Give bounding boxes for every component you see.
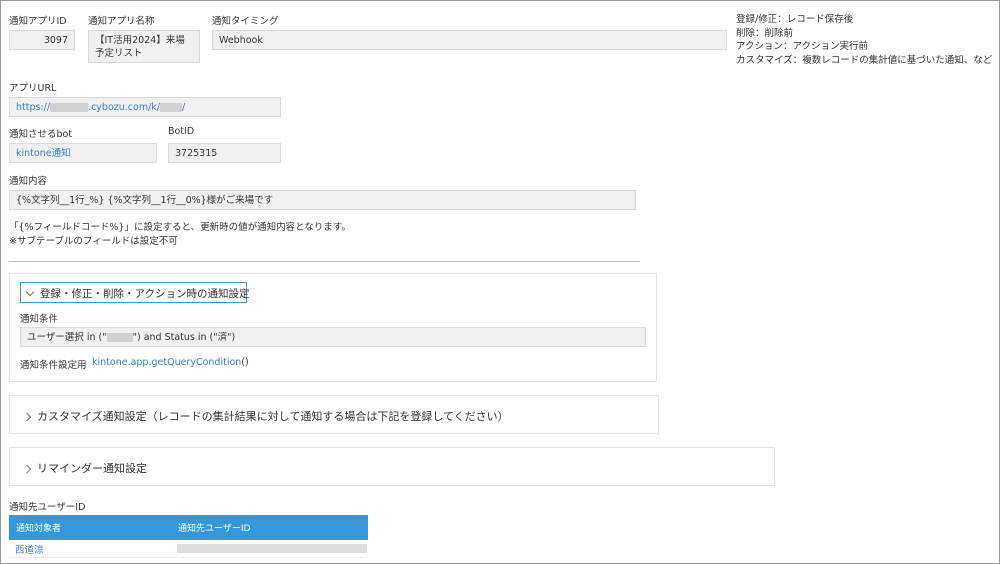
app-id-label: 通知アプリID xyxy=(9,16,67,27)
timing-notes: 登録/修正：レコード保存後 削除：削除前 アクション：アクション実行前 カスタマ… xyxy=(736,13,992,67)
timing-note: カスタマイズ：複数レコードの集計値に基づいた通知、など xyxy=(736,54,993,66)
registration-title: 登録・修正・削除・アクション時の通知設定 xyxy=(40,288,250,300)
column-header: 通知先ユーザーID xyxy=(171,515,368,540)
query-condition-parens: () xyxy=(241,357,249,368)
chevron-right-icon xyxy=(22,464,32,474)
query-condition: kintone.app.getQueryCondition() xyxy=(92,357,249,368)
content-label: 通知内容 xyxy=(9,176,48,187)
bot-link[interactable]: kintone通知 xyxy=(16,148,71,159)
chevron-down-icon xyxy=(25,287,35,297)
app-name-field[interactable]: 【IT活用2024】来場予定リスト xyxy=(88,30,200,63)
redacted-subdomain xyxy=(50,103,89,112)
app-url-field[interactable]: https:// .cybozu.com/k/ / xyxy=(9,97,281,117)
timing-field[interactable]: Webhook xyxy=(212,30,727,50)
content-help: 「{%フィールドコード%}」に設定すると、更新時の値が通知内容となります。 xyxy=(9,222,351,233)
content-field[interactable]: {%文字列__1行_%} {%文字列__1行__0%}様がご来場です xyxy=(9,190,636,210)
timing-note: 登録/修正：レコード保存後 xyxy=(736,14,854,25)
app-name-label: 通知アプリ名称 xyxy=(88,16,155,27)
condition-setting-label: 通知条件設定用 xyxy=(20,360,87,371)
condition-field[interactable]: ユーザー選択 in (" ") and Status in ("済") xyxy=(20,327,646,347)
user-name-link[interactable]: 西道涼 xyxy=(15,545,44,556)
reminder-toggle[interactable]: リマインダー通知設定 xyxy=(22,460,147,476)
customize-toggle[interactable]: カスタマイズ通知設定（レコードの集計結果に対して通知する場合は下記を登録してくだ… xyxy=(22,408,509,424)
table-header-row: 通知対象者 通知先ユーザーID xyxy=(9,515,368,540)
user-name-cell: 西道涼 xyxy=(9,540,171,558)
customize-title: カスタマイズ通知設定（レコードの集計結果に対して通知する場合は下記を登録してくだ… xyxy=(37,410,509,423)
botid-label: BotID xyxy=(168,126,195,137)
condition-suffix: ") and Status in ("済") xyxy=(132,332,236,343)
redacted-user-id xyxy=(177,544,367,553)
users-title: 通知先ユーザーID xyxy=(9,502,86,513)
condition-label: 通知条件 xyxy=(20,314,59,325)
condition-prefix: ユーザー選択 in (" xyxy=(27,332,107,343)
app-url-middle[interactable]: .cybozu.com/k/ xyxy=(88,102,160,113)
app-url-suffix[interactable]: / xyxy=(182,102,185,113)
bot-field[interactable]: kintone通知 xyxy=(9,143,157,163)
app-url-prefix[interactable]: https:// xyxy=(16,102,50,113)
timing-note: アクション：アクション実行前 xyxy=(736,41,869,52)
table-row: 西道涼 xyxy=(9,540,368,558)
column-header: 通知対象者 xyxy=(9,515,171,540)
timing-note: 削除：削除前 xyxy=(736,27,794,39)
subtable-note: ※サブテーブルのフィールドは設定不可 xyxy=(9,236,178,247)
users-table: 通知対象者 通知先ユーザーID 西道涼 xyxy=(9,515,368,558)
timing-label: 通知タイミング xyxy=(212,16,279,27)
divider xyxy=(9,261,640,262)
app-url-label: アプリURL xyxy=(9,83,57,94)
reminder-title: リマインダー通知設定 xyxy=(37,462,147,475)
registration-toggle[interactable]: 登録・修正・削除・アクション時の通知設定 xyxy=(20,282,250,303)
bot-label: 通知させるbot xyxy=(9,129,73,140)
chevron-right-icon xyxy=(22,412,32,422)
botid-field[interactable]: 3725315 xyxy=(168,143,281,163)
redacted-user xyxy=(106,333,133,342)
user-id-cell xyxy=(171,540,368,558)
app-id-field[interactable]: 3097 xyxy=(9,30,75,50)
query-condition-link[interactable]: kintone.app.getQueryCondition xyxy=(92,357,241,368)
redacted-app-id xyxy=(160,103,182,112)
